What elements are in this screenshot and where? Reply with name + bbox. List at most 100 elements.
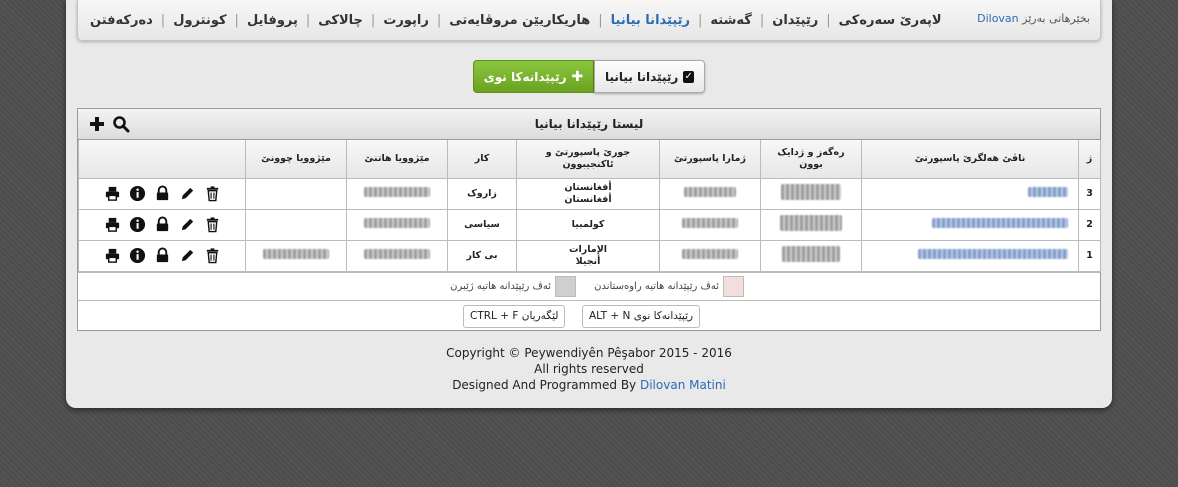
info-icon[interactable] [129,247,146,264]
col-holder-name[interactable]: ناڤێ هەلگرێ پاسپورتێ [861,140,1079,179]
nav-trips[interactable]: گەشتە [710,13,751,28]
cell-departure [245,177,347,210]
table-row[interactable]: بی کار الإمارات أنجيلا 1 [78,239,1101,272]
table-row[interactable]: زاروک أفغانستان أفغانستان 3 [78,177,1101,210]
cell-holder-name [861,177,1079,210]
lock-icon[interactable] [154,185,171,202]
cell-job: بی کار [447,239,517,272]
info-icon[interactable] [129,185,146,202]
nav-separator: | [305,12,311,28]
welcome-message: بخێرهاتی بەرێز Dilovan [977,12,1090,25]
nav-activity[interactable]: چالاکی [318,13,363,28]
copyright-text: Copyright © Peywendiyên Pêşabor 2015 - 2… [446,346,732,360]
shortcut-new-keys: ALT + N [589,310,631,322]
nav-menu: لاپەرێ سەرەکی | رێپێدان | گەشتە | رێپێدا… [90,11,942,29]
main-panel: بخێرهاتی بەرێز Dilovan لاپەرێ سەرەکی | ر… [66,0,1112,408]
permits-table-box: لیستا رێپێدانا بیانیا مێژوویا چوونێ مێژو… [77,108,1101,331]
col-actions [78,140,246,179]
checkbox-icon: ✓ [683,70,694,83]
cell-country: أفغانستان [564,181,612,193]
shortcuts-row: رێپێدانەکا نوی ALT + N لێگەریان CTRL + F [78,299,1100,331]
col-nationality[interactable]: رەگەز و ژدایک بوون [760,140,862,179]
author-link[interactable]: Dilovan Matini [640,378,726,392]
deleted-swatch [555,275,576,297]
nav-separator: | [698,12,703,28]
cell-nationality [760,177,862,210]
nav-separator: | [234,12,239,28]
legend-row: ئەڤ رێپێدانە هاتیە راوەستاندن ئەڤ رێپێدا… [78,271,1100,300]
action-button-group: ✚ رێپێدانەکا نوی ✓ رێپێدانا بیانیا [473,60,705,93]
cell-number: 1 [1078,239,1101,272]
new-permit-button[interactable]: ✚ رێپێدانەکا نوی [473,60,594,93]
nav-separator: | [598,12,603,28]
cell-passport-number [659,208,761,241]
cell-number: 2 [1078,208,1101,241]
nav-permits[interactable]: رێپێدان [772,13,818,28]
cell-passport-number [659,177,761,210]
footer: Copyright © Peywendiyên Pêşabor 2015 - 2… [66,345,1112,393]
rejected-swatch [723,275,744,297]
foreign-permits-button[interactable]: ✓ رێپێدانا بیانیا [594,60,705,93]
col-arrival[interactable]: مێژوویا هاتنێ [346,140,448,179]
table-title: لیستا رێپێدانا بیانیا [534,117,644,131]
cell-arrival [346,177,448,210]
print-icon[interactable] [104,247,121,264]
cell-departure [245,208,347,241]
lock-icon[interactable] [154,216,171,233]
cell-arrival [346,208,448,241]
lock-icon[interactable] [154,247,171,264]
cell-nationality [760,239,862,272]
nav-report[interactable]: راپورت [383,13,429,28]
shortcut-search-label: لێگەریان [521,310,559,322]
col-passport-number[interactable]: ژمارا پاسپورتێ [659,140,761,179]
cell-passport-type: الإمارات أنجيلا [516,239,660,272]
nav-humanitarian-aid[interactable]: هاریکاریێن مروڤایەتی [449,13,590,28]
nav-separator: | [370,12,376,28]
welcome-text: بخێرهاتی بەرێز [1022,12,1090,25]
cell-arrival [346,239,448,272]
col-job[interactable]: کار [447,140,517,179]
table-row[interactable]: سیاسی کولمبیا 2 [78,208,1101,241]
edit-icon[interactable] [179,247,196,264]
print-icon[interactable] [104,216,121,233]
shortcut-search[interactable]: لێگەریان CTRL + F [463,304,566,328]
plus-icon: ✚ [571,68,584,85]
nav-profile[interactable]: پروفایل [247,13,298,28]
legend-deleted: ئەڤ رێپێدانە هاتیە ژێبرن [450,275,576,297]
cell-country: الإمارات [568,243,608,255]
col-passport-type[interactable]: جورێ پاسپورتێ و ئاکنجیبوون [516,140,660,179]
delete-icon[interactable] [204,216,221,233]
table-header-row: مێژوویا چوونێ مێژوویا هاتنێ کار جورێ پاس… [78,140,1101,179]
nav-logout[interactable]: دەرکەفتن [90,13,153,28]
print-icon[interactable] [104,185,121,202]
credits-prefix: Designed And Programmed By [452,378,637,392]
nav-home[interactable]: لاپەرێ سەرەکی [839,13,942,28]
cell-residence: أنجيلا [575,255,601,267]
nav-separator: | [436,12,442,28]
legend-rejected-label: ئەڤ رێپێدانە هاتیە راوەستاندن [594,280,719,292]
cell-number: 3 [1078,177,1101,210]
legend-rejected: ئەڤ رێپێدانە هاتیە راوەستاندن [594,275,744,297]
cell-job: سیاسی [447,208,517,241]
delete-icon[interactable] [204,247,221,264]
edit-icon[interactable] [179,185,196,202]
cell-passport-number [659,239,761,272]
new-permit-label: رێپێدانەکا نوی [483,69,567,84]
legend-deleted-label: ئەڤ رێپێدانە هاتیە ژێبرن [450,280,551,292]
credits-text: Designed And Programmed By Dilovan Matin… [66,377,1112,393]
user-link[interactable]: Dilovan [977,12,1019,25]
delete-icon[interactable] [204,185,221,202]
nav-control[interactable]: کونترول [173,13,226,28]
shortcut-new-permit[interactable]: رێپێدانەکا نوی ALT + N [582,304,701,328]
nav-foreign-permits[interactable]: رێپێدانا بیانیا [611,13,690,28]
edit-icon[interactable] [179,216,196,233]
row-actions [78,177,246,210]
cell-holder-name [861,239,1079,272]
cell-nationality [760,208,862,241]
row-actions [78,239,246,272]
info-icon[interactable] [129,216,146,233]
cell-job: زاروک [447,177,517,210]
col-number[interactable]: ژ [1078,140,1101,179]
cell-holder-name [861,208,1079,241]
col-departure[interactable]: مێژوویا چوونێ [245,140,347,179]
